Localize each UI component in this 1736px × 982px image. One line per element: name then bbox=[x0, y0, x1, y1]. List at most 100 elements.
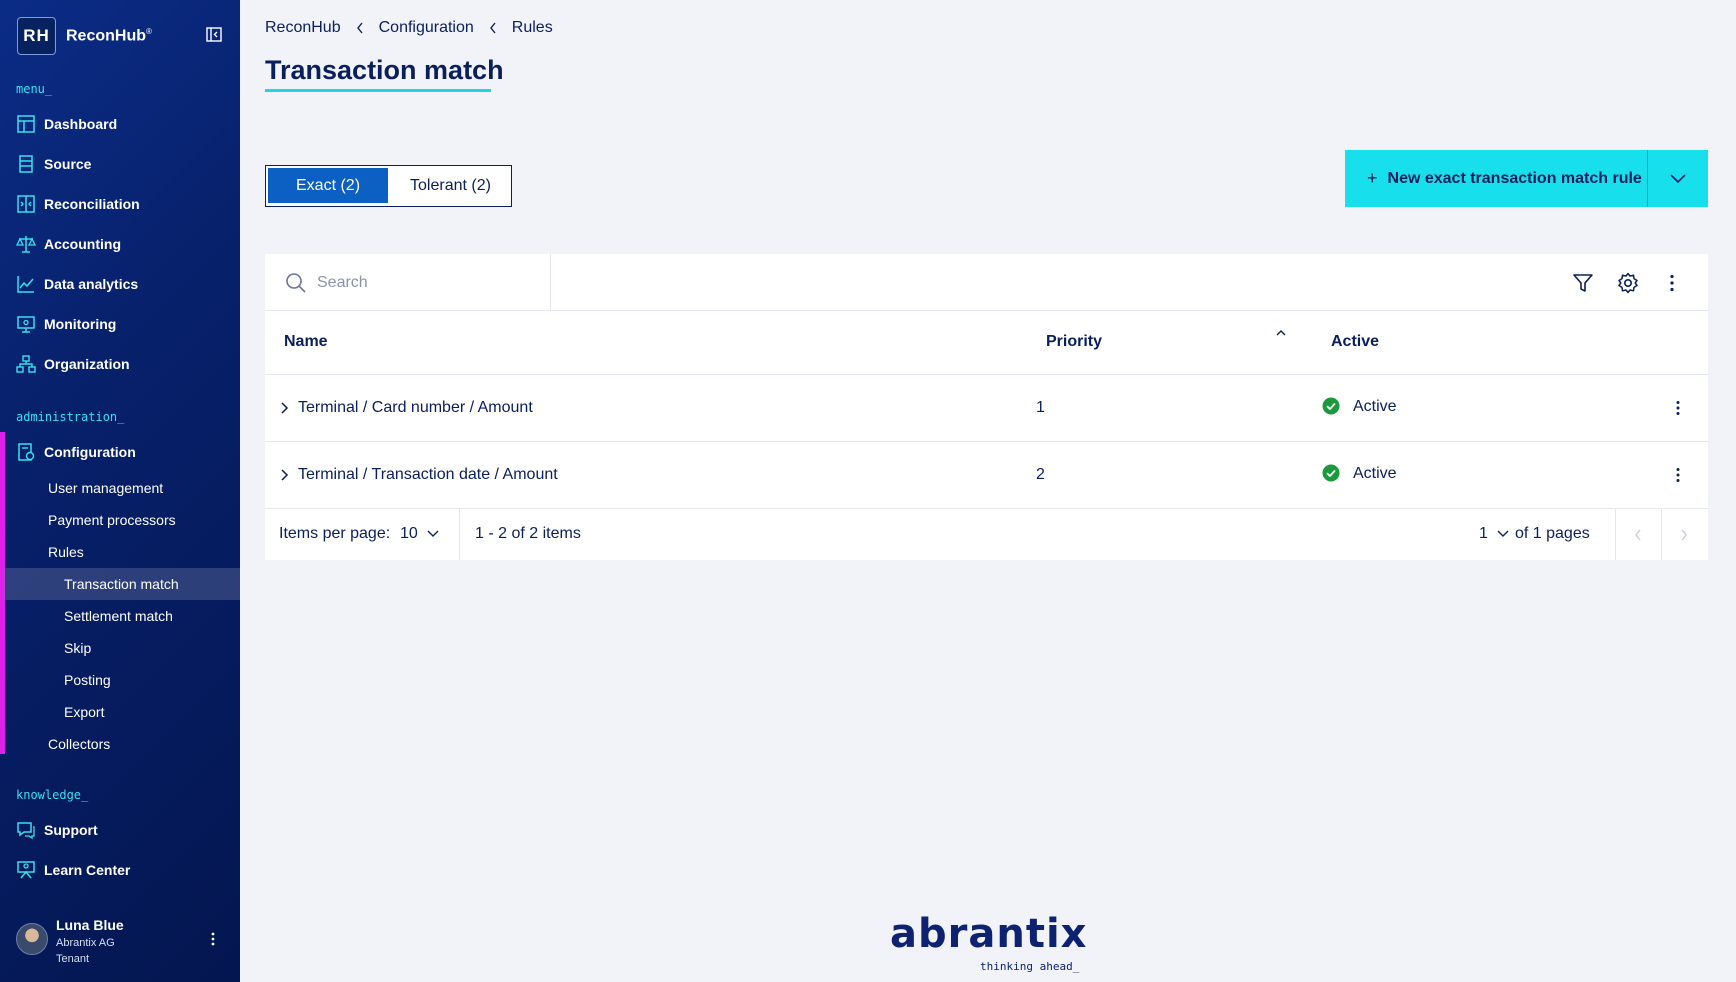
nav-organization[interactable]: Organization bbox=[0, 346, 240, 382]
nav-configuration[interactable]: Configuration bbox=[0, 434, 240, 470]
chevron-right-icon[interactable] bbox=[279, 401, 289, 415]
collapse-sidebar-icon[interactable] bbox=[206, 27, 222, 42]
search-input[interactable] bbox=[317, 273, 537, 292]
plus-icon: + bbox=[1367, 168, 1378, 188]
nav-settlement-match[interactable]: Settlement match bbox=[0, 600, 240, 632]
nav-accounting[interactable]: Accounting bbox=[0, 226, 240, 262]
chevron-down-icon bbox=[1670, 173, 1686, 183]
support-icon bbox=[17, 822, 35, 840]
chevron-right-icon[interactable] bbox=[279, 468, 289, 482]
nav-data-analytics-label: Data analytics bbox=[44, 276, 139, 292]
column-active[interactable]: Active bbox=[1331, 333, 1379, 351]
items-per-page-label: Items per page: bbox=[279, 525, 391, 542]
nav-dashboard-label: Dashboard bbox=[44, 116, 118, 132]
avatar bbox=[16, 923, 48, 955]
trademark: ® bbox=[146, 26, 152, 36]
pagination: Items per page: 10 1 - 2 of 2 items 1 of… bbox=[265, 509, 1708, 560]
menu-section-label: menu_ bbox=[16, 82, 53, 96]
chevron-left-icon bbox=[489, 22, 496, 34]
table-row[interactable]: Terminal / Card number / Amount 1 Active bbox=[265, 375, 1708, 442]
settings-gear-icon[interactable] bbox=[1617, 272, 1639, 294]
row-actions-kebab-icon[interactable] bbox=[1670, 466, 1686, 484]
chevron-left-icon bbox=[356, 22, 363, 34]
nav-data-analytics[interactable]: Data analytics bbox=[0, 266, 240, 302]
rules-table: Name Priority Active Terminal / Card num… bbox=[265, 254, 1708, 560]
knowledge-section-label: knowledge_ bbox=[16, 788, 89, 802]
nav-export[interactable]: Export bbox=[0, 696, 240, 728]
nav-skip[interactable]: Skip bbox=[0, 632, 240, 664]
chevron-down-icon bbox=[427, 530, 439, 537]
nav-support-label: Support bbox=[44, 822, 98, 838]
reconciliation-icon bbox=[17, 195, 35, 213]
row-actions-kebab-icon[interactable] bbox=[1670, 399, 1686, 417]
nav-collectors[interactable]: Collectors bbox=[0, 728, 240, 760]
user-name: Luna Blue bbox=[56, 917, 124, 933]
nav-reconciliation[interactable]: Reconciliation bbox=[0, 186, 240, 222]
nav-source-label: Source bbox=[44, 156, 92, 172]
more-options-kebab-icon[interactable] bbox=[1661, 272, 1683, 294]
nav-transaction-match[interactable]: Transaction match bbox=[4, 568, 240, 600]
table-header: Name Priority Active bbox=[265, 311, 1708, 375]
breadcrumb-configuration[interactable]: Configuration bbox=[379, 19, 474, 37]
rule-status: Active bbox=[1353, 398, 1397, 415]
chart-icon bbox=[17, 276, 34, 293]
scale-icon bbox=[16, 236, 36, 253]
nav-dashboard[interactable]: Dashboard bbox=[0, 106, 240, 142]
nav-accounting-label: Accounting bbox=[44, 236, 121, 252]
nav-configuration-label: Configuration bbox=[44, 444, 136, 460]
new-rule-dropdown-button[interactable] bbox=[1648, 150, 1708, 207]
nav-support[interactable]: Support bbox=[0, 812, 240, 848]
brand[interactable]: RH ReconHub® bbox=[17, 17, 152, 55]
filter-icon[interactable] bbox=[1572, 272, 1594, 294]
nav-user-management[interactable]: User management bbox=[0, 472, 240, 504]
sidebar: RH ReconHub® menu_ Dashboard Source Reco… bbox=[0, 0, 240, 982]
user-profile[interactable]: Luna Blue Abrantix AG Tenant bbox=[16, 917, 230, 973]
column-name[interactable]: Name bbox=[284, 333, 328, 351]
learn-icon bbox=[17, 861, 35, 879]
new-rule-button[interactable]: + New exact transaction match rule bbox=[1345, 150, 1647, 207]
rule-name: Terminal / Card number / Amount bbox=[298, 399, 533, 416]
breadcrumb-reconhub[interactable]: ReconHub bbox=[265, 19, 341, 37]
monitor-icon bbox=[17, 316, 35, 333]
nav-source[interactable]: Source bbox=[0, 146, 240, 182]
table-row[interactable]: Terminal / Transaction date / Amount 2 A… bbox=[265, 442, 1708, 509]
items-per-page-select[interactable]: 10 bbox=[400, 525, 439, 543]
app-logo: RH bbox=[17, 17, 56, 55]
app-name-text: ReconHub bbox=[66, 27, 146, 45]
user-role: Tenant bbox=[56, 953, 90, 965]
configuration-icon bbox=[18, 443, 35, 461]
rule-priority: 2 bbox=[1036, 466, 1045, 483]
rule-name: Terminal / Transaction date / Amount bbox=[298, 466, 558, 483]
user-org: Abrantix AG bbox=[56, 937, 115, 949]
nav-payment-processors[interactable]: Payment processors bbox=[0, 504, 240, 536]
search-icon bbox=[286, 272, 306, 293]
breadcrumb-rules[interactable]: Rules bbox=[512, 19, 553, 37]
new-rule-label: New exact transaction match rule bbox=[1387, 169, 1642, 187]
nav-posting[interactable]: Posting bbox=[0, 664, 240, 696]
check-circle-icon bbox=[1322, 464, 1340, 482]
chevron-down-icon bbox=[1497, 530, 1509, 537]
chevron-left-icon bbox=[1635, 529, 1641, 540]
tab-exact[interactable]: Exact (2) bbox=[268, 168, 389, 203]
rule-status: Active bbox=[1353, 465, 1397, 482]
administration-section-label: administration_ bbox=[16, 410, 125, 424]
nav-reconciliation-label: Reconciliation bbox=[44, 196, 140, 212]
org-icon bbox=[16, 355, 36, 373]
page-select[interactable]: 1 bbox=[1479, 525, 1509, 543]
nav-rules[interactable]: Rules bbox=[0, 536, 240, 568]
search-box bbox=[265, 254, 551, 311]
nav-monitoring[interactable]: Monitoring bbox=[0, 306, 240, 342]
app-name: ReconHub® bbox=[66, 27, 152, 45]
breadcrumb: ReconHub Configuration Rules bbox=[265, 19, 553, 37]
tab-tolerant[interactable]: Tolerant (2) bbox=[390, 166, 511, 205]
prev-page-button[interactable] bbox=[1616, 509, 1660, 560]
next-page-button[interactable] bbox=[1662, 509, 1706, 560]
footer-tagline: thinking ahead_ bbox=[980, 960, 1080, 973]
sort-ascending-icon[interactable] bbox=[1276, 329, 1286, 337]
rule-priority: 1 bbox=[1036, 399, 1045, 416]
page-count: of 1 pages bbox=[1515, 525, 1590, 542]
nav-learn-center[interactable]: Learn Center bbox=[0, 852, 240, 888]
check-circle-icon bbox=[1322, 397, 1340, 415]
column-priority[interactable]: Priority bbox=[1046, 333, 1102, 351]
user-menu-kebab-icon[interactable] bbox=[205, 931, 221, 947]
